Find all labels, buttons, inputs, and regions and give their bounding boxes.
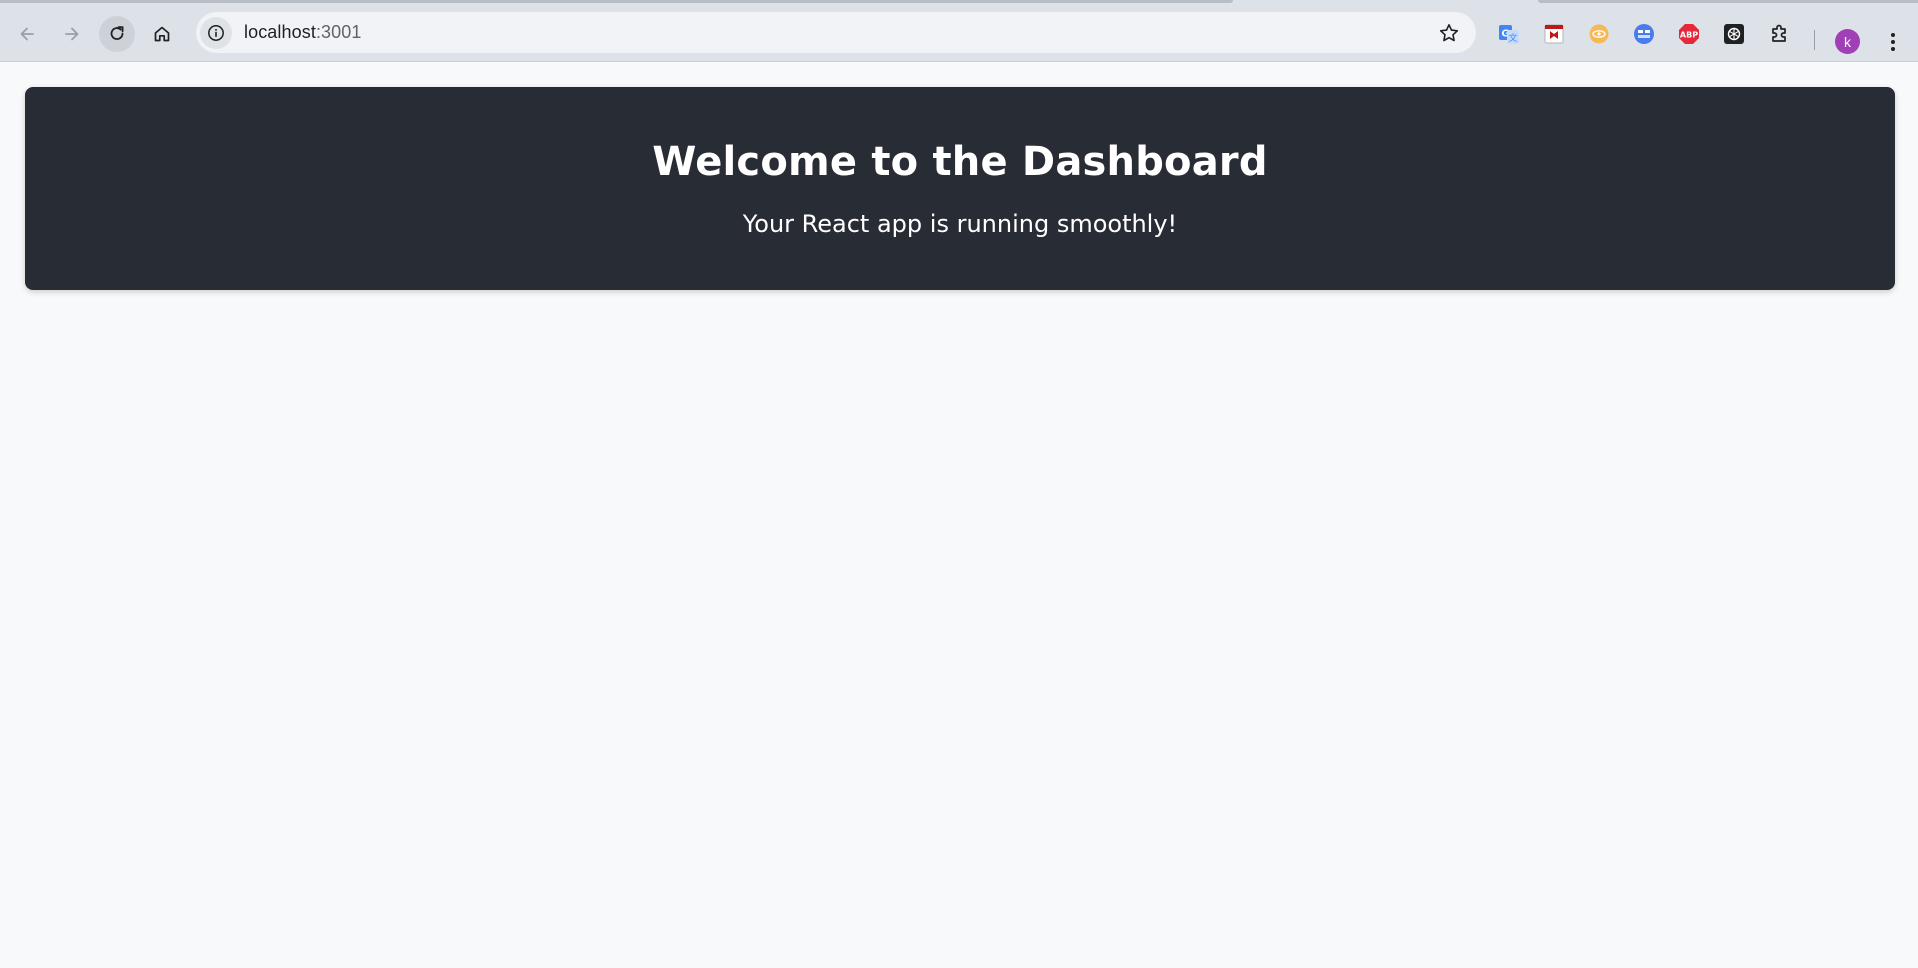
url-host: localhost bbox=[244, 22, 316, 42]
page-viewport: Welcome to the Dashboard Your React app … bbox=[0, 62, 1918, 968]
tab-edge bbox=[0, 0, 1233, 3]
reload-button[interactable] bbox=[99, 16, 135, 52]
forward-button[interactable] bbox=[54, 16, 90, 52]
browser-toolbar: localhost:3001 G 文 ABP k bbox=[0, 10, 1918, 62]
menu-button[interactable] bbox=[1881, 27, 1905, 57]
tab-edge-right bbox=[1538, 0, 1918, 3]
page-subtitle: Your React app is running smoothly! bbox=[742, 210, 1178, 238]
profile-avatar[interactable]: k bbox=[1835, 29, 1860, 54]
url-port: :3001 bbox=[315, 22, 362, 42]
bookmark-button[interactable] bbox=[1436, 20, 1462, 46]
arrow-left-icon bbox=[20, 27, 34, 41]
arrow-right-icon bbox=[65, 27, 79, 41]
star-icon bbox=[1439, 24, 1459, 42]
extensions-puzzle-icon[interactable] bbox=[1765, 19, 1795, 49]
svg-text:文: 文 bbox=[1508, 32, 1517, 44]
google-translate-icon[interactable]: G 文 bbox=[1494, 19, 1524, 49]
address-bar[interactable]: localhost:3001 bbox=[196, 12, 1476, 53]
chatgpt-icon[interactable] bbox=[1719, 19, 1749, 49]
more-vert-icon bbox=[1891, 33, 1895, 51]
abp-label: ABP bbox=[1680, 31, 1698, 40]
home-button[interactable] bbox=[144, 16, 180, 52]
mcafee-icon[interactable] bbox=[1539, 19, 1569, 49]
honey-extension-icon[interactable] bbox=[1584, 19, 1614, 49]
page-title: Welcome to the Dashboard bbox=[652, 139, 1268, 185]
dashboard-header: Welcome to the Dashboard Your React app … bbox=[25, 87, 1895, 290]
info-icon bbox=[208, 24, 224, 41]
extension-blue-icon[interactable] bbox=[1629, 19, 1659, 49]
url-text[interactable]: localhost:3001 bbox=[244, 22, 362, 43]
home-icon bbox=[154, 26, 170, 42]
tab-strip bbox=[0, 0, 1918, 10]
adblock-plus-icon[interactable]: ABP bbox=[1674, 19, 1704, 49]
toolbar-divider bbox=[1814, 30, 1815, 50]
site-info-button[interactable] bbox=[200, 16, 232, 49]
back-button[interactable] bbox=[9, 16, 45, 52]
reload-icon bbox=[110, 26, 124, 40]
